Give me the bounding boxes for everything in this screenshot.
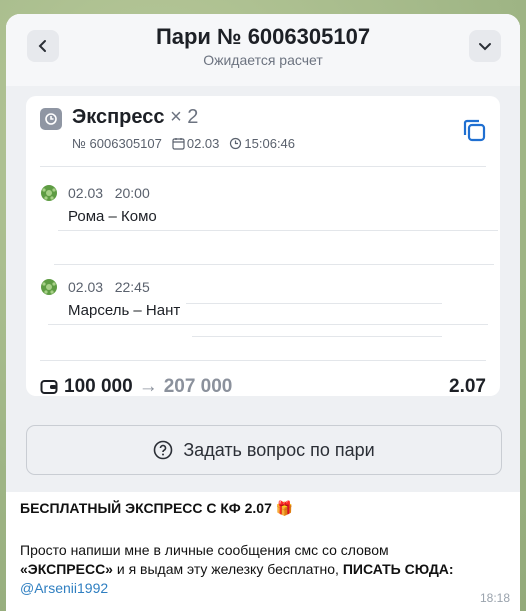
page-title: Пари № 6006305107: [155, 24, 371, 49]
message-body: Просто напиши мне в личные сообщения смс…: [20, 541, 510, 598]
expand-button[interactable]: [469, 30, 501, 62]
clock-small-icon: [230, 137, 242, 150]
mention-link[interactable]: @Arsenii1992: [20, 580, 108, 596]
gift-icon: 🎁: [275, 500, 294, 516]
bet-type-label: Экспресс: [72, 106, 165, 128]
stake-amount: 100 000: [64, 376, 133, 397]
event-datetime: 02.03 20:00: [68, 185, 150, 201]
event-date: 02.03: [68, 185, 104, 201]
divider: [58, 230, 498, 231]
event-date: 02.03: [68, 279, 104, 295]
chevron-down-icon: [479, 43, 491, 51]
message-headline: БЕСПЛАТНЫЙ ЭКСПРЕСС С КФ 2.07 🎁: [20, 499, 293, 518]
divider: [48, 324, 488, 325]
soccer-ball-icon: [41, 279, 57, 295]
bet-header: Пари № 6006305107 Ожидается расчет: [6, 14, 520, 86]
body-text-2: и я выдам эту железку бесплатно,: [112, 561, 343, 577]
event-time: 22:45: [114, 279, 150, 295]
event-teams: Рома – Комо: [68, 208, 157, 225]
bet-meta: № 6006305107 02.03 15:06:46: [72, 136, 295, 151]
wallet-icon: [40, 380, 58, 394]
question-icon: [154, 440, 173, 460]
body-cta: ПИСАТЬ СЮДА:: [342, 561, 454, 577]
ask-question-button[interactable]: Задать вопрос по пари: [26, 425, 502, 475]
page-subtitle: Ожидается расчет: [203, 52, 323, 68]
total-odds: 2.07: [449, 376, 486, 397]
body-keyword: «ЭКСПРЕСС»: [20, 561, 113, 577]
divider: [192, 336, 442, 337]
event-time: 20:00: [114, 185, 150, 201]
bet-card: Экспресс × 2 № 6006305107 02.03 15:06:46…: [26, 96, 500, 398]
bet-date: 02.03: [186, 136, 220, 151]
event-teams: Марсель – Нант: [68, 302, 181, 319]
bet-time: 15:06:46: [244, 136, 296, 151]
ask-question-label: Задать вопрос по пари: [183, 439, 375, 460]
divider: [40, 166, 486, 167]
divider: [40, 360, 486, 361]
clock-icon: [40, 108, 62, 130]
message-bubble: Пари № 6006305107 Ожидается расчет Экспр…: [6, 14, 520, 611]
bet-type: Экспресс × 2: [72, 106, 198, 129]
bet-multiplier: × 2: [170, 106, 199, 128]
bet-screenshot: Пари № 6006305107 Ожидается расчет Экспр…: [6, 14, 520, 492]
arrow: →: [138, 376, 158, 397]
stake-row: 100 000 → 207 000: [40, 376, 232, 398]
body-text: Просто напиши мне в личные сообщения смс…: [20, 542, 389, 558]
copy-icon[interactable]: [460, 116, 488, 144]
headline-text: БЕСПЛАТНЫЙ ЭКСПРЕСС С КФ 2.07: [20, 500, 272, 516]
potential-win: 207 000: [163, 376, 233, 397]
calendar-icon: [172, 138, 185, 150]
bet-number: № 6006305107: [72, 136, 162, 151]
divider: [186, 303, 442, 304]
soccer-ball-icon: [41, 185, 57, 201]
message-time: 18:18: [479, 591, 510, 605]
event-datetime: 02.03 22:45: [68, 279, 150, 295]
divider: [54, 264, 494, 265]
